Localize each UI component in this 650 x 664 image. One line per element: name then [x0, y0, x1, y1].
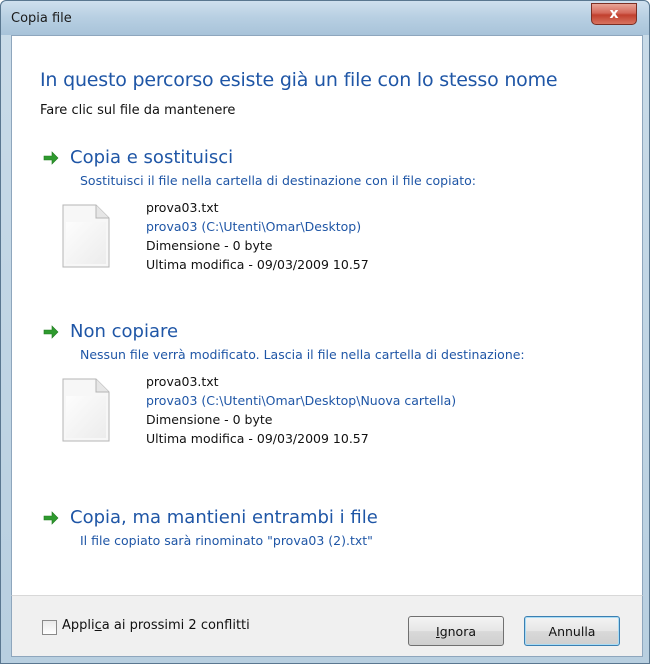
option-description: Il file copiato sarà rinominato "prova03…	[80, 533, 373, 548]
dialog-content: In questo percorso esiste già un file co…	[11, 35, 643, 597]
close-button[interactable]: x	[591, 3, 637, 25]
arrow-right-icon	[43, 511, 59, 525]
option-do-not-copy[interactable]: Non copiare Nessun file verrà modificato…	[42, 320, 622, 362]
option-copy-replace[interactable]: Copia e sostituisci Sostituisci il file …	[42, 146, 622, 188]
apply-all-label[interactable]: Applica ai prossimi 2 conflitti	[62, 618, 250, 633]
file-info-source[interactable]: prova03.txt prova03 (C:\Utenti\Omar\Desk…	[62, 198, 582, 282]
file-name: prova03.txt	[146, 374, 219, 389]
cancel-button[interactable]: Annulla	[524, 616, 620, 646]
dialog-window: Copia file x In questo percorso esiste g…	[0, 0, 650, 664]
option-keep-both[interactable]: Copia, ma mantieni entrambi i file Il fi…	[42, 506, 622, 548]
document-icon	[62, 204, 110, 268]
dialog-heading: In questo percorso esiste già un file co…	[40, 69, 558, 91]
file-info-destination[interactable]: prova03.txt prova03 (C:\Utenti\Omar\Desk…	[62, 372, 582, 456]
file-size: Dimensione - 0 byte	[146, 412, 273, 427]
file-size: Dimensione - 0 byte	[146, 238, 273, 253]
option-title: Copia e sostituisci	[70, 147, 234, 168]
close-icon: x	[609, 6, 619, 22]
file-path: prova03 (C:\Utenti\Omar\Desktop)	[146, 219, 362, 234]
option-title: Non copiare	[70, 321, 179, 342]
dialog-subheading: Fare clic sul file da mantenere	[40, 103, 236, 118]
option-description: Nessun file verrà modificato. Lascia il …	[80, 347, 525, 362]
window-title: Copia file	[11, 11, 72, 26]
file-modified: Ultima modifica - 09/03/2009 10.57	[146, 431, 369, 446]
file-modified: Ultima modifica - 09/03/2009 10.57	[146, 257, 369, 272]
arrow-right-icon	[43, 325, 59, 339]
ignore-button[interactable]: Ignora	[408, 616, 504, 646]
document-icon	[62, 378, 110, 442]
dialog-footer: Applica ai prossimi 2 conflitti Ignora A…	[11, 595, 643, 657]
title-bar[interactable]: Copia file x	[1, 1, 649, 35]
file-path: prova03 (C:\Utenti\Omar\Desktop\Nuova ca…	[146, 393, 457, 408]
option-title: Copia, ma mantieni entrambi i file	[70, 507, 378, 528]
arrow-right-icon	[43, 151, 59, 165]
option-description: Sostituisci il file nella cartella di de…	[80, 173, 476, 188]
file-name: prova03.txt	[146, 200, 219, 215]
apply-all-checkbox[interactable]	[42, 620, 57, 635]
